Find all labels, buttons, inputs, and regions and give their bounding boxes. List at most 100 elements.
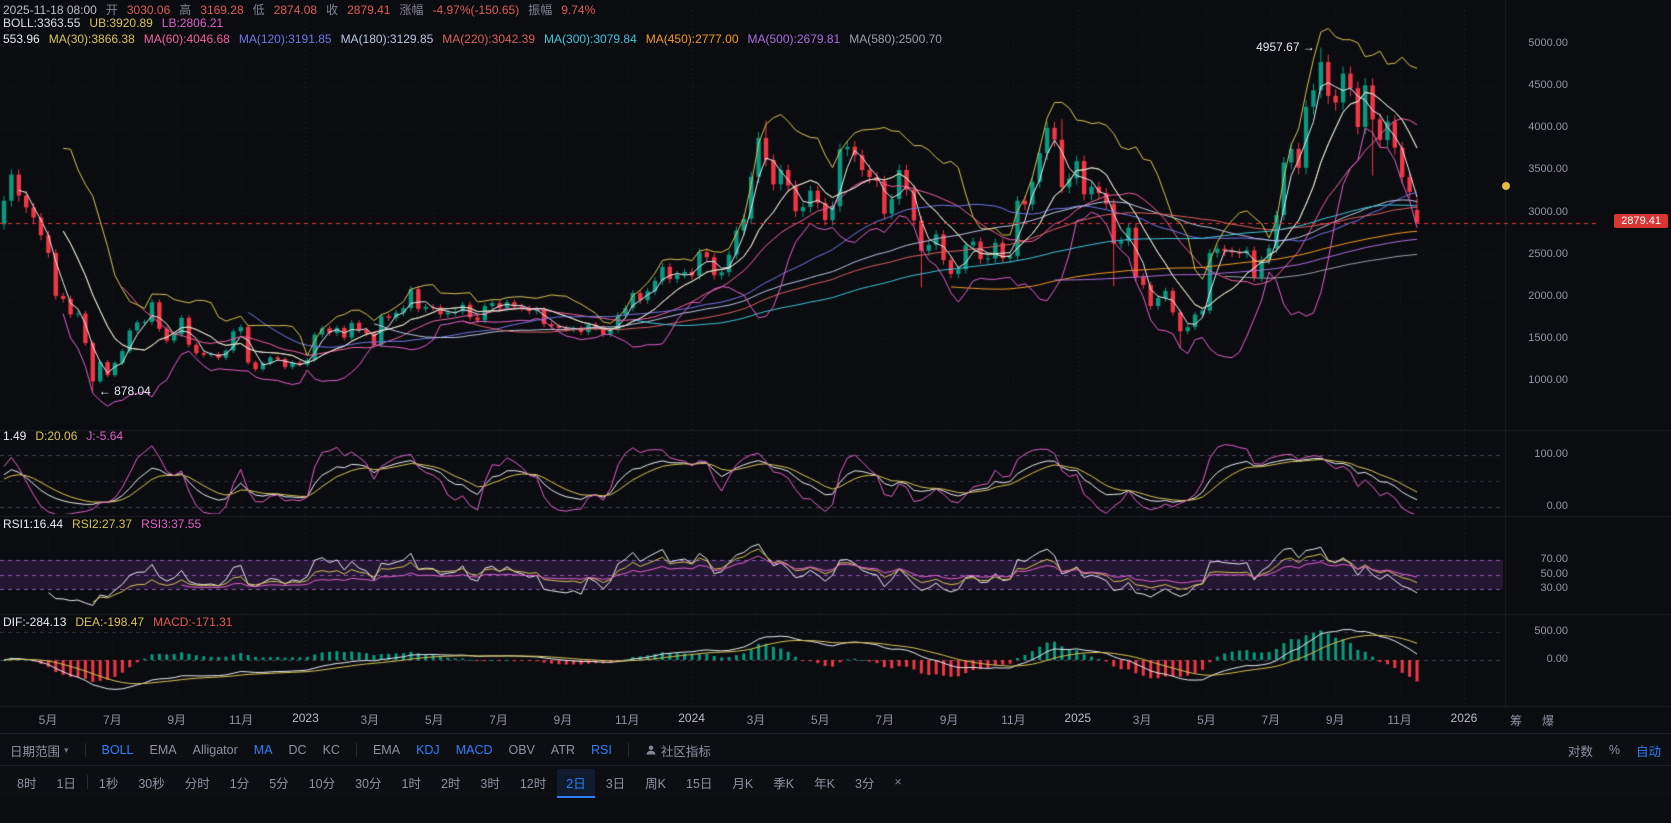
legend-item: UB:3920.89 bbox=[89, 16, 152, 30]
indicator-button-atr[interactable]: ATR bbox=[551, 743, 575, 757]
x-axis-label: 5月 bbox=[811, 711, 830, 728]
timeframe-button-10分[interactable]: 10分 bbox=[300, 769, 344, 796]
timeframe-button-8时[interactable]: 8时 bbox=[8, 769, 45, 796]
x-axis-label: 5月 bbox=[39, 711, 58, 728]
timeframe-toolbar: 8时1日1秒30秒分时1分5分10分30分1时2时3时12时2日3日周K15日月… bbox=[0, 765, 1671, 798]
x-axis-label: 5月 bbox=[425, 711, 444, 728]
x-axis-label: 11月 bbox=[615, 711, 639, 728]
x-axis-label: 7月 bbox=[489, 711, 508, 728]
price-tick-label: 1500.00 bbox=[1528, 332, 1568, 345]
indicator-button-alligator[interactable]: Alligator bbox=[193, 743, 238, 757]
boll-legend: BOLL:3363.55 UB:3920.89 LB:2806.21 bbox=[3, 16, 232, 30]
timeframe-button-季K[interactable]: 季K bbox=[764, 769, 803, 796]
price-tick-label: 3500.00 bbox=[1528, 163, 1568, 176]
timeframe-button-30秒[interactable]: 30秒 bbox=[129, 769, 173, 796]
timeframe-button-12时[interactable]: 12时 bbox=[511, 769, 555, 796]
timeframe-button-月K[interactable]: 月K bbox=[723, 769, 762, 796]
price-tick-label: 4000.00 bbox=[1528, 121, 1568, 134]
timeframe-button-1日[interactable]: 1日 bbox=[47, 769, 84, 796]
x-axis-label: 9月 bbox=[167, 711, 186, 728]
timeframe-button-15日[interactable]: 15日 bbox=[677, 769, 721, 796]
indicator-button-kc[interactable]: KC bbox=[323, 743, 340, 757]
legend-item: 低 bbox=[253, 3, 265, 17]
legend-item: -4.97%(-150.65) bbox=[433, 3, 520, 17]
timeframe-button-3时[interactable]: 3时 bbox=[471, 769, 508, 796]
community-icon bbox=[645, 744, 657, 756]
log-scale-button[interactable]: 对数 bbox=[1568, 741, 1593, 760]
divider bbox=[87, 775, 88, 789]
indicator-button-ema[interactable]: EMA bbox=[373, 743, 400, 757]
indicator-button-boll[interactable]: BOLL bbox=[102, 743, 134, 757]
timeframe-button-2时[interactable]: 2时 bbox=[432, 769, 469, 796]
timeframe-button-1分[interactable]: 1分 bbox=[221, 769, 258, 796]
chart-canvas[interactable] bbox=[0, 0, 1671, 710]
divider bbox=[628, 743, 629, 757]
indicator-button-kdj[interactable]: KDJ bbox=[416, 743, 440, 757]
indicator-button-macd[interactable]: MACD bbox=[456, 743, 493, 757]
legend-item: MACD:-171.31 bbox=[153, 615, 232, 629]
timeframe-button-2日[interactable]: 2日 bbox=[557, 769, 594, 796]
price-marker-dot bbox=[1502, 182, 1510, 190]
date-range-dropdown[interactable]: 日期范围 ▾ bbox=[10, 741, 69, 760]
x-axis-label: 5月 bbox=[1197, 711, 1216, 728]
timeframe-button-分时[interactable]: 分时 bbox=[176, 769, 219, 796]
x-axis-label: 2025 bbox=[1064, 711, 1091, 725]
indicator-button-dc[interactable]: DC bbox=[289, 743, 307, 757]
chips-distribution-button[interactable]: 筹 bbox=[1510, 712, 1522, 729]
kdj-legend: 1.49D:20.06J:-5.64 bbox=[3, 429, 132, 443]
legend-item: MA(450):2777.00 bbox=[646, 32, 739, 46]
legend-item: 9.74% bbox=[561, 3, 595, 17]
x-axis-label: 7月 bbox=[875, 711, 894, 728]
ma-legend: 553.96MA(30):3866.38MA(60):4046.68MA(120… bbox=[3, 32, 951, 46]
timeframe-button-5分[interactable]: 5分 bbox=[260, 769, 297, 796]
timeframe-button-30分[interactable]: 30分 bbox=[346, 769, 390, 796]
x-axis-label: 3月 bbox=[1133, 711, 1152, 728]
last-price-tag: 2879.41 bbox=[1614, 214, 1668, 228]
rsi-tick-label: 70.00 bbox=[1540, 553, 1568, 566]
divider bbox=[85, 743, 86, 757]
x-axis-label: 3月 bbox=[747, 711, 766, 728]
trading-chart-window: 2025-11-18 08:00开3030.06高3169.28低2874.08… bbox=[0, 0, 1671, 823]
legend-item: MA(500):2679.81 bbox=[748, 32, 841, 46]
legend-item: 高 bbox=[179, 3, 191, 17]
legend-item: 开 bbox=[106, 3, 118, 17]
legend-item: 3030.06 bbox=[127, 3, 170, 17]
timeframe-button-3日[interactable]: 3日 bbox=[597, 769, 634, 796]
legend-item: MA(180):3129.85 bbox=[341, 32, 434, 46]
legend-item: 1.49 bbox=[3, 429, 26, 443]
community-label: 社区指标 bbox=[661, 741, 711, 760]
indicator-controls: 日期范围 ▾ BOLL EMA Alligator MA DC KC EMA KDJ MACD O… bbox=[10, 741, 711, 760]
legend-item: LB:2806.21 bbox=[162, 16, 223, 30]
liquidation-button[interactable]: 爆 bbox=[1542, 712, 1554, 729]
indicator-button-ma[interactable]: MA bbox=[254, 743, 273, 757]
legend-item: MA(120):3191.85 bbox=[239, 32, 332, 46]
legend-item: MA(580):2500.70 bbox=[849, 32, 942, 46]
kdj-tick-label: 100.00 bbox=[1534, 448, 1568, 461]
timeframe-button-周K[interactable]: 周K bbox=[636, 769, 675, 796]
indicator-button-obv[interactable]: OBV bbox=[509, 743, 535, 757]
scale-controls: 对数% 自动 bbox=[1568, 741, 1661, 760]
rsi-tick-label: 30.00 bbox=[1540, 582, 1568, 595]
rsi-tick-label: 50.00 bbox=[1540, 568, 1568, 581]
percent-scale-button[interactable]: % bbox=[1609, 743, 1620, 757]
legend-item: BOLL:3363.55 bbox=[3, 16, 80, 30]
timeframe-button-1秒[interactable]: 1秒 bbox=[90, 769, 127, 796]
rsi-legend: RSI1:16.44RSI2:27.37RSI3:37.55 bbox=[3, 517, 210, 531]
legend-item: RSI3:37.55 bbox=[141, 517, 201, 531]
legend-item: MA(60):4046.68 bbox=[144, 32, 230, 46]
indicator-button-ema[interactable]: EMA bbox=[150, 743, 177, 757]
x-axis-label: 2026 bbox=[1451, 711, 1478, 725]
auto-scale-button[interactable]: 自动 bbox=[1636, 741, 1661, 760]
price-tick-label: 3000.00 bbox=[1528, 206, 1568, 219]
indicator-buttons: BOLL EMA Alligator MA DC KC EMA KDJ MACD OBV ATR RS… bbox=[102, 743, 629, 757]
macd-tick-label: 0.00 bbox=[1547, 653, 1568, 666]
timeframe-button-1时[interactable]: 1时 bbox=[393, 769, 430, 796]
x-axis-label: 9月 bbox=[554, 711, 573, 728]
timeframe-button-3分[interactable]: 3分 bbox=[846, 769, 883, 796]
community-indicators-button[interactable]: 社区指标 bbox=[645, 741, 711, 760]
low-price-annotation: ← 878.04 bbox=[99, 384, 151, 398]
close-icon[interactable]: × bbox=[885, 771, 910, 793]
indicator-button-rsi[interactable]: RSI bbox=[591, 743, 612, 757]
timeframe-button-年K[interactable]: 年K bbox=[805, 769, 844, 796]
x-axis-label: 7月 bbox=[1261, 711, 1280, 728]
